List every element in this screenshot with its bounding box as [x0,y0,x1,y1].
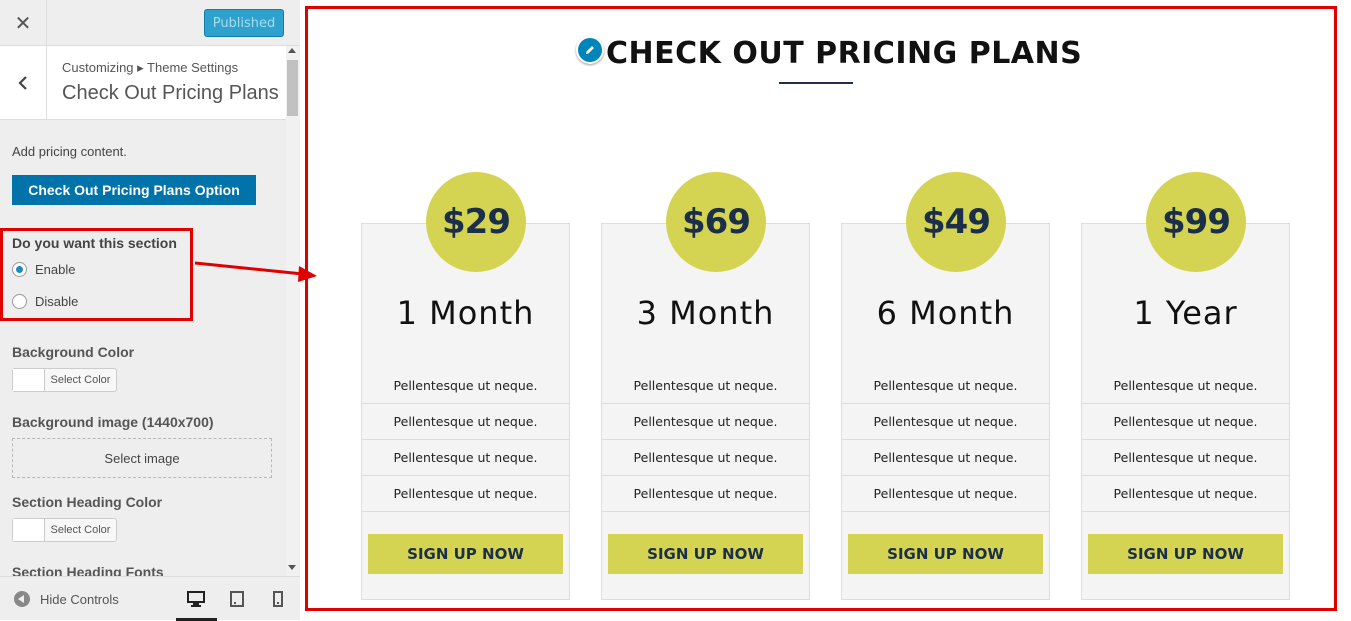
radio-button[interactable] [12,262,27,277]
mobile-preview-button[interactable] [268,589,288,609]
radio-label: Enable [35,262,76,277]
desktop-preview-button[interactable] [186,589,206,609]
sidebar-scrollbar[interactable] [286,46,300,576]
panel-description: Add pricing content. [12,144,127,159]
color-button-label: Select Color [50,524,111,536]
radio-label: Disable [35,294,79,309]
annotation-highlight [305,6,1337,611]
background-image-label: Background image (1440x700) [12,414,214,430]
pricing-plans-option-button[interactable]: Check Out Pricing Plans Option [12,175,256,205]
hide-controls-button[interactable]: Hide Controls [14,591,119,607]
breadcrumb: Customizing ▸ Theme Settings [62,60,239,75]
radio-disable[interactable]: Disable [12,294,78,309]
scroll-up-icon[interactable] [288,48,296,53]
heading-fonts-label: Section Heading Fonts [12,564,164,576]
heading-color-picker[interactable]: Select Color [12,518,117,542]
panel-title: Check Out Pricing Plans [62,82,279,104]
collapse-icon [14,591,30,607]
section-header: Customizing ▸ Theme Settings Check Out P… [0,46,286,120]
color-button-label: Select Color [50,374,111,386]
controls-panel: Add pricing content. Check Out Pricing P… [0,121,286,576]
select-image-button[interactable]: Select image [12,438,272,478]
chevron-left-icon [18,76,27,90]
background-color-label: Background Color [12,344,135,360]
color-swatch [13,519,45,541]
color-swatch [13,369,45,391]
tablet-icon [230,591,244,607]
radio-enable[interactable]: Enable [12,262,75,277]
scroll-down-icon[interactable] [288,565,296,570]
background-color-picker[interactable]: Select Color [12,368,117,392]
publish-button[interactable]: Published [204,9,284,37]
customizer-footer: Hide Controls [0,576,300,621]
scrollbar-thumb[interactable] [287,60,298,116]
close-icon: ✕ [14,11,32,35]
annotation-arrow [195,261,317,282]
mobile-icon [273,591,283,607]
tablet-preview-button[interactable] [227,589,247,609]
back-button[interactable] [0,46,47,120]
heading-color-label: Section Heading Color [12,494,163,510]
close-customizer-button[interactable]: ✕ [0,0,47,46]
hide-controls-label: Hide Controls [40,591,119,607]
customizer-topbar: ✕ Published [0,0,300,46]
section-toggle-label: Do you want this section [12,235,177,251]
desktop-icon [187,591,205,607]
radio-button[interactable] [12,294,27,309]
